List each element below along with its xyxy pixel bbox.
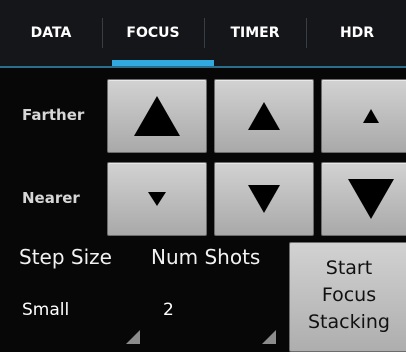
nearer-medium-button[interactable]	[214, 162, 314, 236]
farther-medium-button[interactable]	[214, 79, 314, 153]
nearer-small-button[interactable]	[107, 162, 207, 236]
tab-bar: DATA FOCUS TIMER HDR	[0, 0, 406, 68]
farther-small-button[interactable]	[321, 79, 406, 153]
step-size-label: Step Size	[19, 245, 112, 269]
farther-large-button[interactable]	[107, 79, 207, 153]
num-shots-label: Num Shots	[151, 245, 261, 269]
nearer-label: Nearer	[22, 189, 80, 207]
tab-hdr[interactable]: HDR	[306, 0, 406, 66]
arrow-down-medium-icon	[248, 185, 280, 213]
nearer-large-button[interactable]	[321, 162, 406, 236]
step-size-dropdown-indicator	[126, 330, 140, 344]
farther-label: Farther	[22, 106, 85, 124]
start-button-line-2: Focus	[321, 284, 377, 306]
tab-data[interactable]: DATA	[0, 0, 102, 66]
arrow-up-small-icon	[363, 109, 379, 123]
arrow-down-large-icon	[348, 179, 394, 219]
arrow-down-small-icon	[148, 192, 166, 206]
start-button-line-1: Start	[325, 257, 373, 279]
selected-tab-indicator	[112, 60, 214, 66]
arrow-up-medium-icon	[248, 102, 280, 130]
start-focus-stacking-button[interactable]: Start Focus Stacking	[289, 242, 406, 352]
num-shots-dropdown-indicator	[262, 330, 276, 344]
tab-focus[interactable]: FOCUS	[102, 0, 204, 66]
num-shots-spinner[interactable]: 2	[163, 300, 174, 320]
step-size-spinner[interactable]: Small	[22, 300, 69, 320]
tab-timer[interactable]: TIMER	[204, 0, 306, 66]
start-button-line-3: Stacking	[308, 311, 390, 333]
arrow-up-large-icon	[134, 96, 180, 136]
